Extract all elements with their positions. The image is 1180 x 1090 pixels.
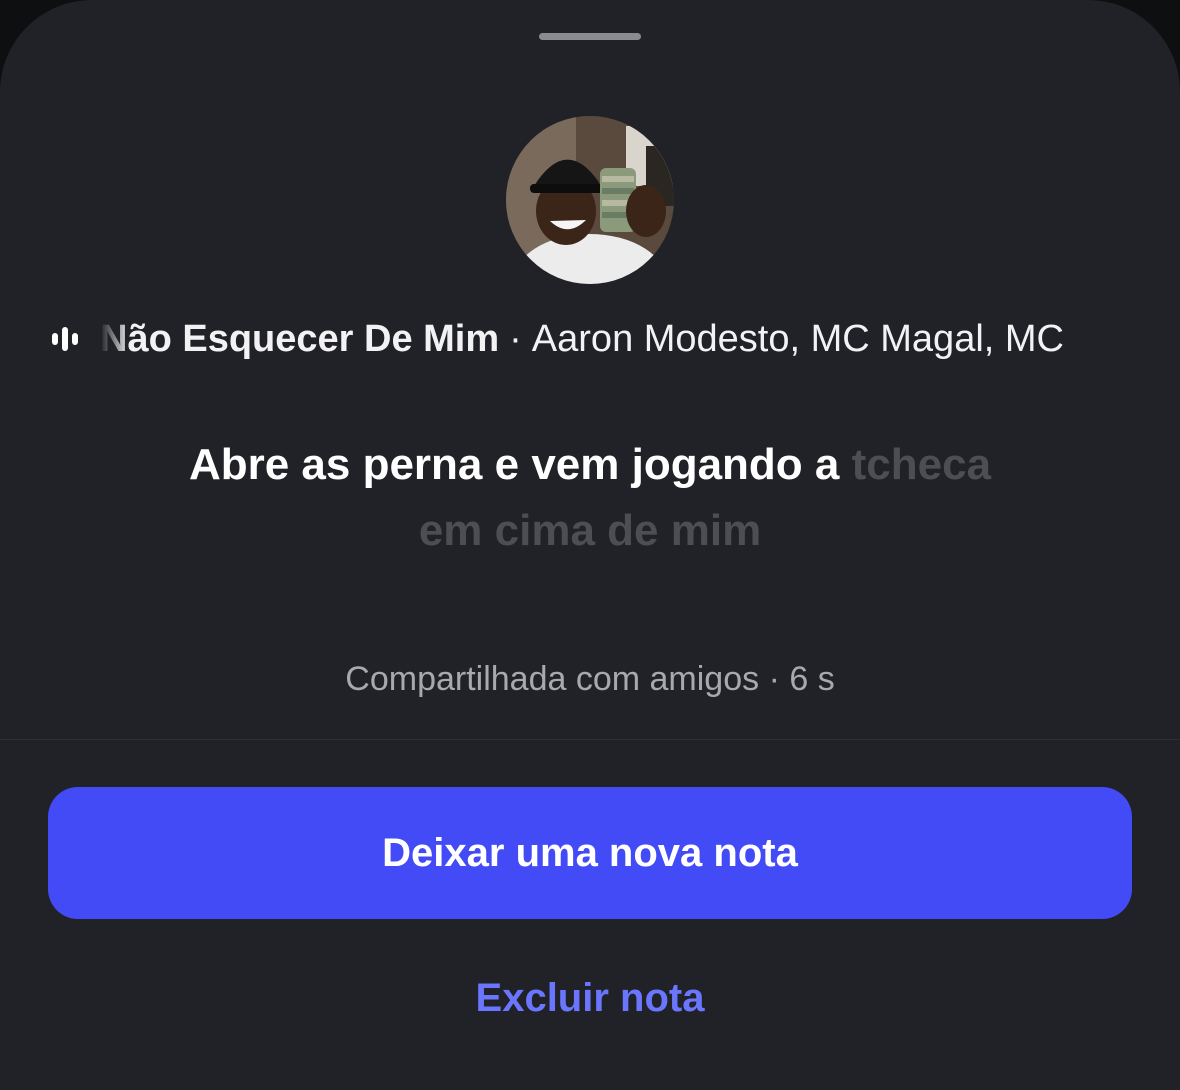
new-note-button[interactable]: Deixar uma nova nota	[48, 787, 1132, 919]
lyric-line-1: Abre as perna e vem jogando a tcheca	[0, 432, 1180, 498]
lyric-upcoming-text: tcheca	[851, 440, 992, 489]
track-separator: ·	[509, 317, 522, 360]
song-title: Não Esquecer De Mim	[100, 317, 500, 360]
avatar[interactable]	[506, 116, 674, 284]
sheet-drag-handle[interactable]	[539, 33, 641, 40]
track-info: Não Esquecer De Mim · Aaron Modesto, MC Ma…	[100, 318, 1064, 361]
music-attachment[interactable]: Não Esquecer De Mim · Aaron Modesto, MC Ma…	[50, 313, 1130, 365]
song-artists: Aaron Modesto, MC Magal, MC	[531, 317, 1064, 360]
lyrics: Abre as perna e vem jogando a tcheca em …	[0, 432, 1180, 564]
audio-bars-icon	[52, 327, 78, 351]
note-bottom-sheet: Não Esquecer De Mim · Aaron Modesto, MC Ma…	[0, 0, 1180, 1090]
lyric-line-2: em cima de mim	[418, 506, 762, 555]
profile-photo	[506, 116, 674, 284]
shared-info: Compartilhada com amigos · 6 s	[345, 660, 835, 698]
delete-note-button[interactable]: Excluir nota	[390, 962, 790, 1034]
divider	[0, 739, 1180, 740]
lyric-active-text: Abre as perna e vem jogando a	[188, 440, 840, 489]
